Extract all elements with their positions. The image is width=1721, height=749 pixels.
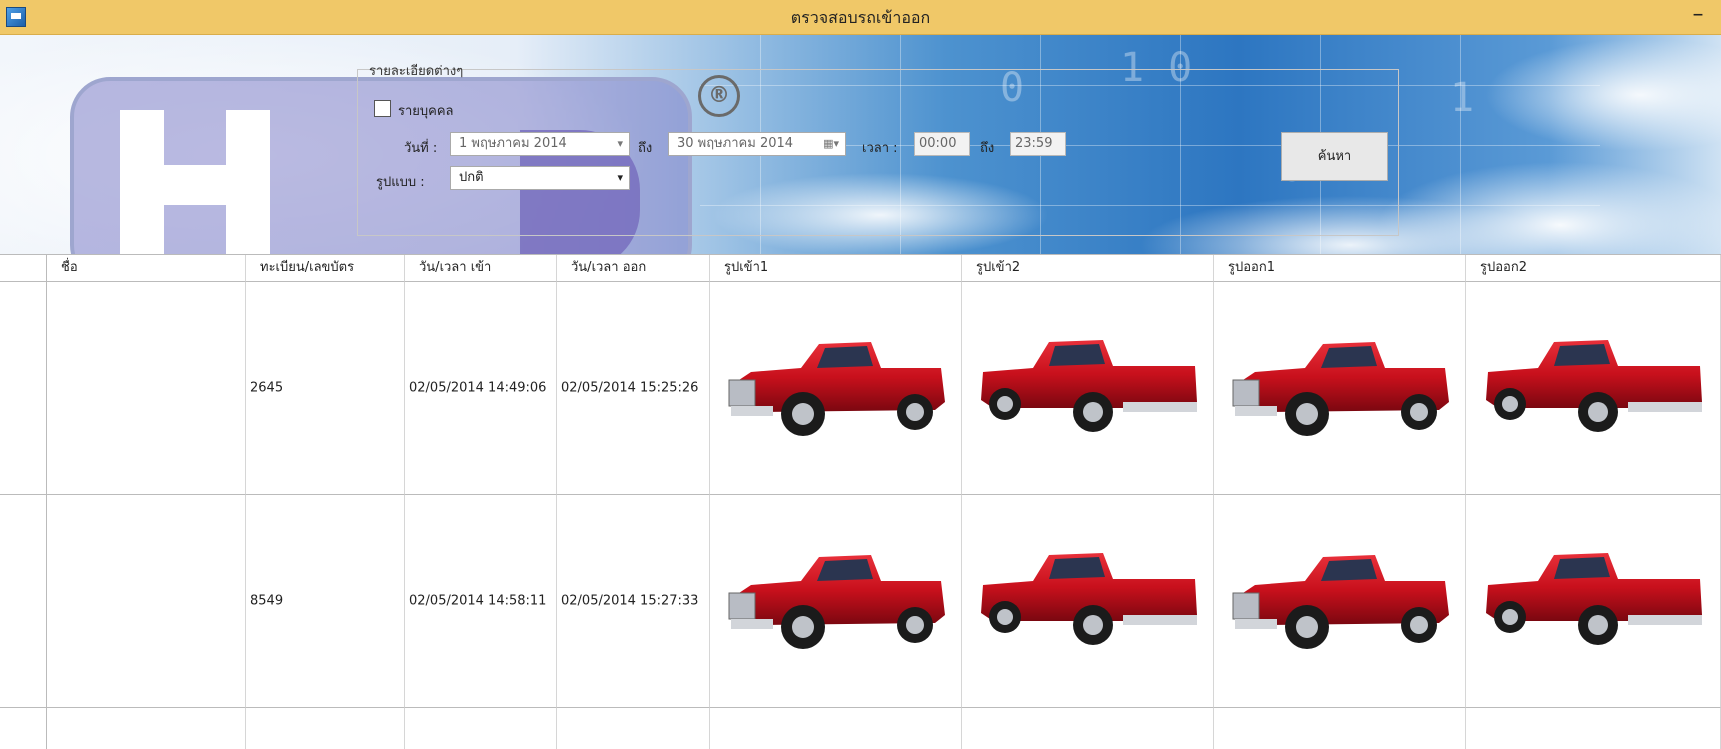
photo-out-1[interactable]: [1214, 708, 1466, 749]
table-row-cell-time-out[interactable]: 02/05/2014 15:25:26: [557, 282, 710, 495]
truck-front-image: [1225, 332, 1455, 444]
person-checkbox[interactable]: [374, 100, 391, 117]
calendar-icon: ▦▾: [823, 137, 839, 150]
table-row-cell-time-out[interactable]: 02/05/2014 15:27:33: [557, 495, 710, 708]
truck-front-image: [721, 332, 951, 444]
column-header-photo-in-2[interactable]: รูปเข้า2: [962, 255, 1214, 282]
filter-groupbox: รายละเอียดต่างๆ รายบุคคล วันที่ : 1 พฤษภ…: [357, 64, 1399, 236]
table-row-cell-time-in[interactable]: 02/05/2014 14:58:11: [405, 495, 557, 708]
filter-group-title: รายละเอียดต่างๆ: [369, 64, 464, 79]
corner-header: [0, 255, 47, 282]
table-row-cell-time-in[interactable]: [405, 708, 557, 749]
date-to-picker[interactable]: 30 พฤษภาคม 2014 ▦▾: [668, 132, 846, 156]
photo-in-2[interactable]: [962, 282, 1214, 495]
column-header-time-out[interactable]: วัน/เวลา ออก: [557, 255, 710, 282]
photo-in-1[interactable]: [710, 708, 962, 749]
time-to-field[interactable]: 23:59: [1010, 132, 1066, 156]
truck-front-image: [1225, 545, 1455, 657]
column-header-photo-in-1[interactable]: รูปเข้า1: [710, 255, 962, 282]
cell-time-out-text: 02/05/2014 15:27:33: [561, 593, 699, 609]
truck-rear-image: [973, 545, 1203, 657]
cell-plate-text: 2645: [250, 380, 284, 396]
table-row-cell-name[interactable]: [47, 708, 246, 749]
format-select[interactable]: ปกติ ▾: [450, 166, 630, 190]
row-header[interactable]: [0, 708, 47, 749]
format-label: รูปแบบ :: [376, 175, 425, 190]
photo-in-1[interactable]: [710, 495, 962, 708]
logo-letter-h: [120, 110, 270, 254]
window-title: ตรวจสอบรถเข้าออก: [790, 8, 931, 27]
table-row-cell-time-in[interactable]: 02/05/2014 14:49:06: [405, 282, 557, 495]
search-button[interactable]: ค้นหา: [1281, 132, 1388, 181]
table-row-cell-name[interactable]: [47, 282, 246, 495]
photo-out-2[interactable]: [1466, 495, 1721, 708]
column-header-name[interactable]: ชื่อ: [47, 255, 246, 282]
photo-out-1[interactable]: [1214, 495, 1466, 708]
minimize-button[interactable]: –: [1687, 2, 1709, 28]
column-header-time-in[interactable]: วัน/เวลา เข้า: [405, 255, 557, 282]
truck-front-image: [721, 545, 951, 657]
row-header[interactable]: [0, 282, 47, 495]
date-label: วันที่ :: [404, 141, 438, 156]
photo-in-2[interactable]: [962, 708, 1214, 749]
person-checkbox-label: รายบุคคล: [398, 104, 454, 119]
time-label: เวลา :: [862, 141, 898, 156]
chevron-down-icon: ▾: [617, 171, 623, 184]
photo-in-1[interactable]: [710, 282, 962, 495]
table-row-cell-plate[interactable]: 8549: [246, 495, 405, 708]
photo-out-2[interactable]: [1466, 708, 1721, 749]
column-header-photo-out-2[interactable]: รูปออก2: [1466, 255, 1721, 282]
records-grid: ชื่อ ทะเบียน/เลขบัตร วัน/เวลา เข้า วัน/เ…: [0, 254, 1721, 749]
column-header-photo-out-1[interactable]: รูปออก1: [1214, 255, 1466, 282]
format-value: ปกติ: [459, 170, 484, 185]
table-row-cell-name[interactable]: [47, 495, 246, 708]
photo-out-1[interactable]: [1214, 282, 1466, 495]
column-header-plate[interactable]: ทะเบียน/เลขบัตร: [246, 255, 405, 282]
photo-out-2[interactable]: [1466, 282, 1721, 495]
title-bar: ตรวจสอบรถเข้าออก –: [0, 0, 1721, 35]
table-row-cell-time-out[interactable]: [557, 708, 710, 749]
cell-plate-text: 8549: [250, 593, 284, 609]
truck-rear-image: [973, 332, 1203, 444]
chevron-down-icon: ▾: [617, 137, 623, 150]
date-to-label: ถึง: [638, 141, 653, 156]
date-to-value: 30 พฤษภาคม 2014: [677, 136, 794, 151]
date-from-picker[interactable]: 1 พฤษภาคม 2014 ▾: [450, 132, 630, 156]
row-header[interactable]: [0, 495, 47, 708]
table-row-cell-plate[interactable]: 2645: [246, 282, 405, 495]
truck-rear-image: [1478, 545, 1708, 657]
time-from-field[interactable]: 00:00: [914, 132, 970, 156]
cell-time-in-text: 02/05/2014 14:49:06: [409, 380, 547, 396]
date-from-value: 1 พฤษภาคม 2014: [459, 136, 567, 151]
cell-time-out-text: 02/05/2014 15:25:26: [561, 380, 699, 396]
truck-rear-image: [1478, 332, 1708, 444]
table-row-cell-plate[interactable]: [246, 708, 405, 749]
time-to-label: ถึง: [980, 141, 995, 156]
cell-time-in-text: 02/05/2014 14:58:11: [409, 593, 547, 609]
photo-in-2[interactable]: [962, 495, 1214, 708]
